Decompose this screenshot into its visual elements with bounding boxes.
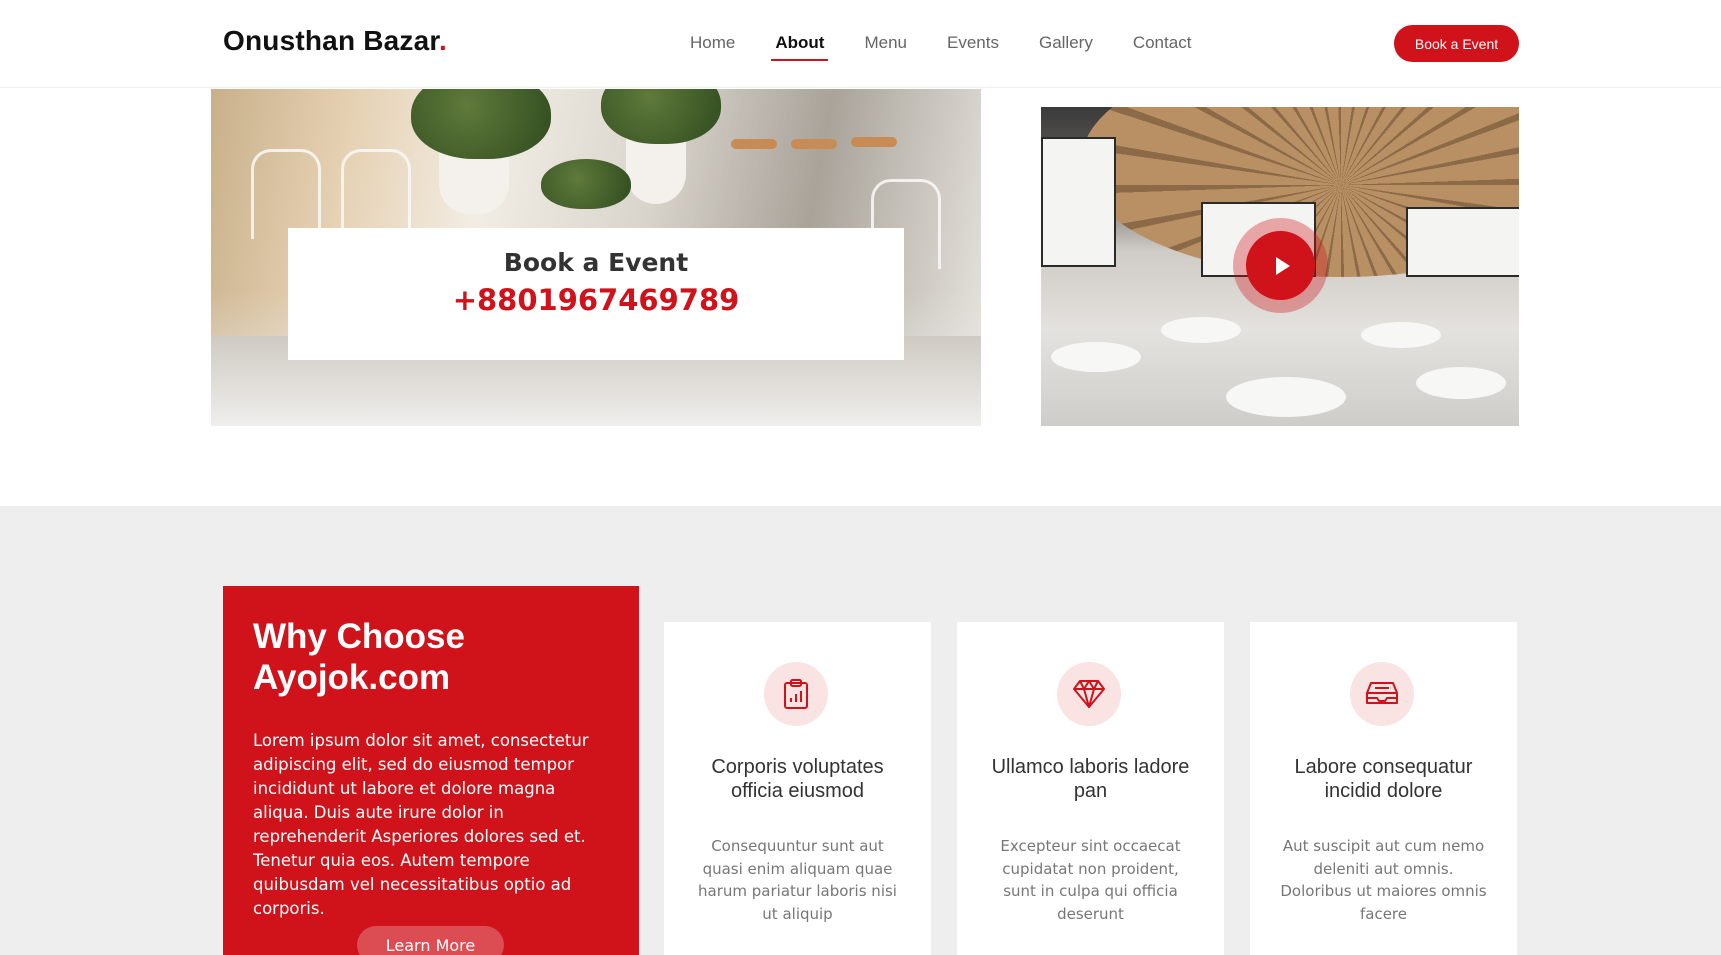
why-title: Why Choose Ayojok.com bbox=[253, 616, 609, 698]
play-button[interactable] bbox=[1246, 231, 1315, 300]
image-stool bbox=[731, 139, 777, 149]
feature-icon-circle bbox=[1057, 662, 1121, 726]
image-plant bbox=[601, 89, 721, 144]
image-screen bbox=[1041, 137, 1116, 267]
nav-contact[interactable]: Contact bbox=[1129, 27, 1196, 61]
image-plant bbox=[541, 159, 631, 209]
image-table bbox=[1161, 317, 1241, 343]
book-event-card: Book a Event +8801967469789 bbox=[288, 228, 904, 360]
clipboard-chart-icon bbox=[784, 679, 808, 709]
gem-icon bbox=[1073, 680, 1105, 708]
feature-icon-circle bbox=[1350, 662, 1414, 726]
image-stool bbox=[791, 139, 837, 149]
image-table bbox=[1051, 342, 1141, 372]
image-screen bbox=[1406, 207, 1519, 277]
image-table bbox=[1361, 322, 1441, 348]
why-choose-box: Why Choose Ayojok.com Lorem ipsum dolor s… bbox=[223, 586, 639, 955]
inbox-icon bbox=[1366, 682, 1398, 704]
logo-dot: . bbox=[438, 25, 447, 56]
nav-menu[interactable]: Menu bbox=[860, 27, 911, 61]
feature-card: Labore consequatur incidid dolore Aut su… bbox=[1250, 622, 1517, 955]
feature-card: Ullamco laboris ladore pan Excepteur sin… bbox=[957, 622, 1224, 955]
image-stool bbox=[851, 137, 897, 147]
image-chair bbox=[251, 149, 321, 239]
site-logo[interactable]: Onusthan Bazar. bbox=[223, 25, 447, 57]
nav-home[interactable]: Home bbox=[686, 27, 739, 61]
feature-title: Corporis voluptates officia eiusmod bbox=[711, 756, 884, 802]
learn-more-button[interactable]: Learn More bbox=[357, 926, 504, 955]
book-card-phone[interactable]: +8801967469789 bbox=[288, 283, 904, 317]
feature-text: Consequuntur sunt aut quasi enim aliquam… bbox=[698, 837, 897, 923]
feature-title: Ullamco laboris ladore pan bbox=[991, 756, 1190, 802]
feature-text: Aut suscipit aut cum nemo deleniti aut o… bbox=[1280, 837, 1487, 923]
site-header: Onusthan Bazar. Home About Menu Events G… bbox=[0, 0, 1721, 88]
book-card-title: Book a Event bbox=[503, 248, 689, 277]
nav-about[interactable]: About bbox=[771, 27, 829, 61]
feature-title: Labore consequatur incidid dolore bbox=[1294, 756, 1473, 802]
image-table bbox=[1416, 367, 1506, 399]
play-icon bbox=[1275, 256, 1290, 275]
image-plant bbox=[411, 89, 551, 159]
book-event-button[interactable]: Book a Event bbox=[1394, 25, 1519, 62]
feature-icon-circle bbox=[764, 662, 828, 726]
logo-text: Onusthan Bazar bbox=[223, 25, 439, 56]
why-title-line2: Ayojok.com bbox=[253, 658, 451, 697]
feature-card: Corporis voluptates officia eiusmod Cons… bbox=[664, 622, 931, 955]
why-title-line1: Why Choose bbox=[253, 617, 465, 656]
why-text: Lorem ipsum dolor sit amet, consectetur … bbox=[253, 731, 589, 918]
image-table bbox=[1226, 377, 1346, 417]
feature-text: Excepteur sint occaecat cupidatat non pr… bbox=[1000, 837, 1181, 923]
main-nav: Home About Menu Events Gallery Contact bbox=[670, 0, 1211, 88]
nav-gallery[interactable]: Gallery bbox=[1035, 27, 1097, 61]
image-chair bbox=[341, 149, 411, 239]
nav-events[interactable]: Events bbox=[943, 27, 1003, 61]
